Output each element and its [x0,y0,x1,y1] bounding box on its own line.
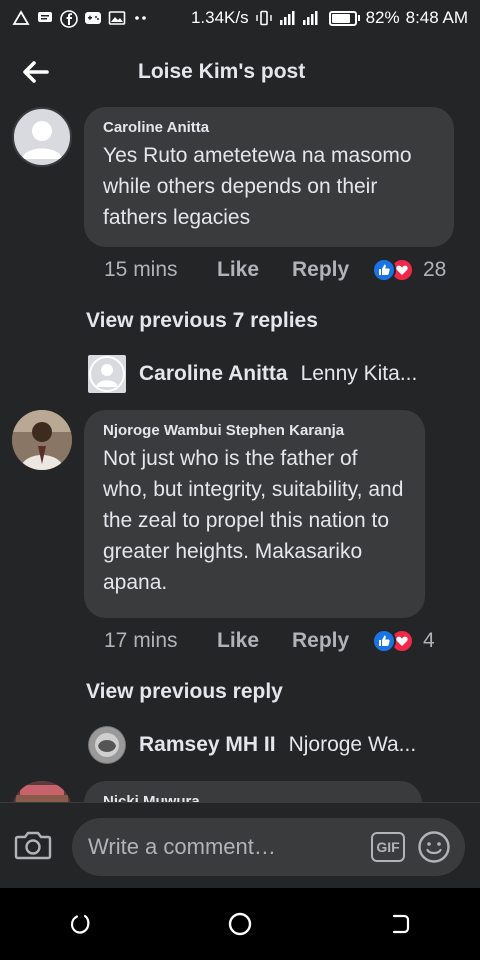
facebook-icon [60,10,78,28]
comment-actions: 17 mins Like Reply 4 [104,629,435,653]
comment-placeholder: Write a comment… [88,834,276,859]
back-nav-button[interactable] [380,904,420,944]
comment-bubble[interactable]: Nicki Muwura [84,781,422,802]
default-avatar-icon [22,121,62,159]
camera-icon [14,831,52,860]
profile-photo [12,410,72,470]
home-circle-icon [228,912,252,936]
profile-photo [89,727,125,763]
header: Loise Kim's post [0,44,480,100]
profile-photo [12,781,72,802]
comment-time: 15 mins [104,258,178,281]
like-button[interactable]: Like [217,629,292,653]
thumbs-up-icon [372,258,396,282]
gif-button[interactable]: GIF [371,832,405,862]
comment-actions: 15 mins Like Reply 28 [104,258,446,282]
camera-button[interactable] [14,829,54,865]
emoji-button[interactable] [417,830,451,864]
arrow-left-icon [23,61,49,83]
battery-icon [328,10,360,26]
image-icon [108,10,126,26]
comment-text: Not just who is the father of who, but i… [103,447,404,594]
game-controller-icon [84,10,102,26]
back-nav-icon [392,914,410,934]
view-previous-replies-button[interactable]: View previous 7 replies [86,309,318,333]
more-notifications-icon [132,10,150,26]
thumbs-up-icon [372,629,396,653]
reply-button[interactable]: Reply [292,258,372,282]
avatar[interactable] [12,781,72,802]
comment-text: Yes Ruto ametetewa na masomo while other… [103,144,412,229]
avatar[interactable] [12,107,72,167]
comment-input[interactable]: Write a comment… GIF [72,818,465,876]
comment-author[interactable]: Caroline Anitta [103,119,436,136]
battery-percent: 82% [365,8,400,27]
back-button[interactable] [6,44,66,100]
comment-bubble[interactable]: Caroline Anitta Yes Ruto ametetewa na ma… [84,107,454,247]
comment-author[interactable]: Nicki Muwura [103,793,404,802]
comment-time: 17 mins [104,629,178,652]
reply-avatar [88,726,126,764]
reply-snippet: Njoroge Wa... [288,733,417,756]
signal-icon [279,10,323,26]
view-previous-replies-button[interactable]: View previous reply [86,680,283,704]
comment-bubble[interactable]: Njoroge Wambui Stephen Karanja Not just … [84,410,425,618]
reply-preview[interactable]: Ramsey MH II Njoroge Wa... [88,726,416,764]
home-button[interactable] [220,904,260,944]
reply-snippet: Lenny Kita... [300,362,418,385]
reply-author: Caroline Anitta [139,362,288,385]
network-speed: 1.34K/s [190,8,249,27]
status-bar: 1.34K/s 82% 8:48 AM [0,0,480,36]
recent-apps-button[interactable] [60,904,100,944]
reaction-count: 4 [423,629,435,652]
reactions[interactable]: 4 [372,629,435,653]
page-title: Loise Kim's post [138,60,306,83]
like-button[interactable]: Like [217,258,292,282]
smiley-icon [418,831,450,863]
comments-feed[interactable]: Caroline Anitta Yes Ruto ametetewa na ma… [0,104,480,802]
reactions[interactable]: 28 [372,258,446,282]
vibrate-icon [255,10,273,26]
reply-avatar [88,355,126,393]
default-avatar-icon [89,356,125,392]
system-nav-bar [0,888,480,960]
reply-preview[interactable]: Caroline Anitta Lenny Kita... [88,355,417,393]
warning-icon [12,10,30,26]
reply-button[interactable]: Reply [292,629,372,653]
recent-apps-icon [70,914,90,934]
avatar[interactable] [12,410,72,470]
comment-author[interactable]: Njoroge Wambui Stephen Karanja [103,422,407,439]
message-icon [36,10,54,26]
reply-author: Ramsey MH II [139,733,276,756]
reaction-count: 28 [423,258,447,281]
clock: 8:48 AM [405,8,468,27]
comment-composer: Write a comment… GIF [0,802,480,888]
